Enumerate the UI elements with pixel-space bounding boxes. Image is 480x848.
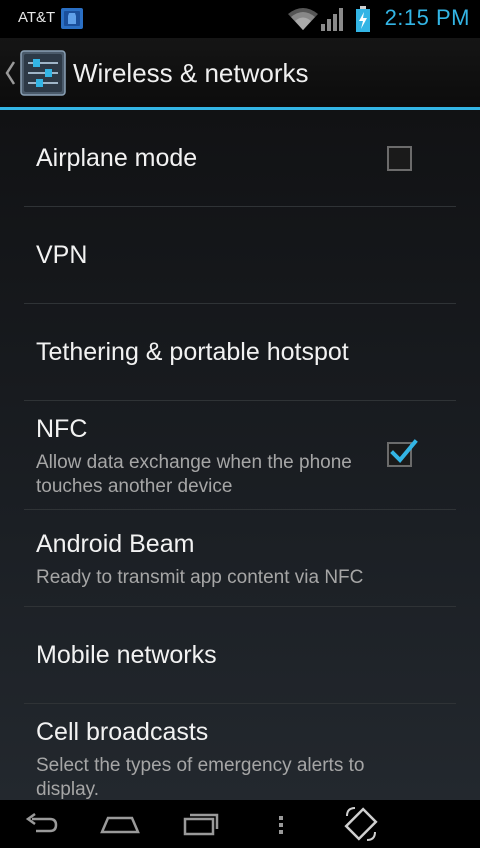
setting-summary: Ready to transmit app content via NFC <box>36 567 364 588</box>
setting-tethering[interactable]: Tethering & portable hotspot <box>24 304 456 401</box>
airplane-mode-checkbox[interactable] <box>387 146 412 171</box>
back-icon[interactable] <box>22 808 62 840</box>
setting-title: NFC <box>36 415 88 443</box>
recent-apps-icon[interactable] <box>181 808 221 840</box>
setting-title: Airplane mode <box>36 144 198 172</box>
setting-title: Mobile networks <box>36 641 217 669</box>
wifi-icon <box>288 8 318 30</box>
navigation-bar <box>0 800 480 848</box>
menu-icon[interactable] <box>261 808 301 840</box>
setting-airplane-mode[interactable]: Airplane mode <box>24 110 456 207</box>
battery-charging-icon <box>356 6 370 32</box>
carrier-label: AT&T <box>18 9 56 26</box>
home-icon[interactable] <box>100 808 140 840</box>
setting-mobile-networks[interactable]: Mobile networks <box>24 607 456 704</box>
setting-summary: Allow data exchange when the phone touch… <box>36 452 352 497</box>
notification-icon <box>61 8 83 29</box>
setting-summary: Select the types of emergency alerts to … <box>36 755 365 800</box>
setting-title: Cell broadcasts <box>36 718 209 746</box>
setting-android-beam[interactable]: Android Beam Ready to transmit app conte… <box>24 510 456 607</box>
action-bar: Wireless & networks <box>0 38 480 110</box>
nfc-checkbox[interactable] <box>387 439 418 467</box>
setting-title: VPN <box>36 241 88 269</box>
status-bar: AT&T 2:15 PM <box>0 0 480 38</box>
setting-title: Android Beam <box>36 530 195 558</box>
setting-cell-broadcasts[interactable]: Cell broadcasts Select the types of emer… <box>24 704 456 800</box>
setting-nfc[interactable]: NFC Allow data exchange when the phone t… <box>24 401 456 510</box>
signal-icon <box>321 8 343 31</box>
status-time: 2:15 PM <box>384 5 470 30</box>
checkmark-icon <box>390 439 418 463</box>
up-caret-icon[interactable] <box>3 60 17 86</box>
settings-list: Airplane mode VPN Tethering & portable h… <box>24 110 456 800</box>
settings-list-container: Airplane mode VPN Tethering & portable h… <box>0 110 480 800</box>
setting-vpn[interactable]: VPN <box>24 207 456 304</box>
page-title: Wireless & networks <box>73 58 309 88</box>
rotate-icon[interactable] <box>341 806 381 842</box>
settings-sliders-icon[interactable] <box>20 50 66 96</box>
setting-title: Tethering & portable hotspot <box>36 338 349 366</box>
